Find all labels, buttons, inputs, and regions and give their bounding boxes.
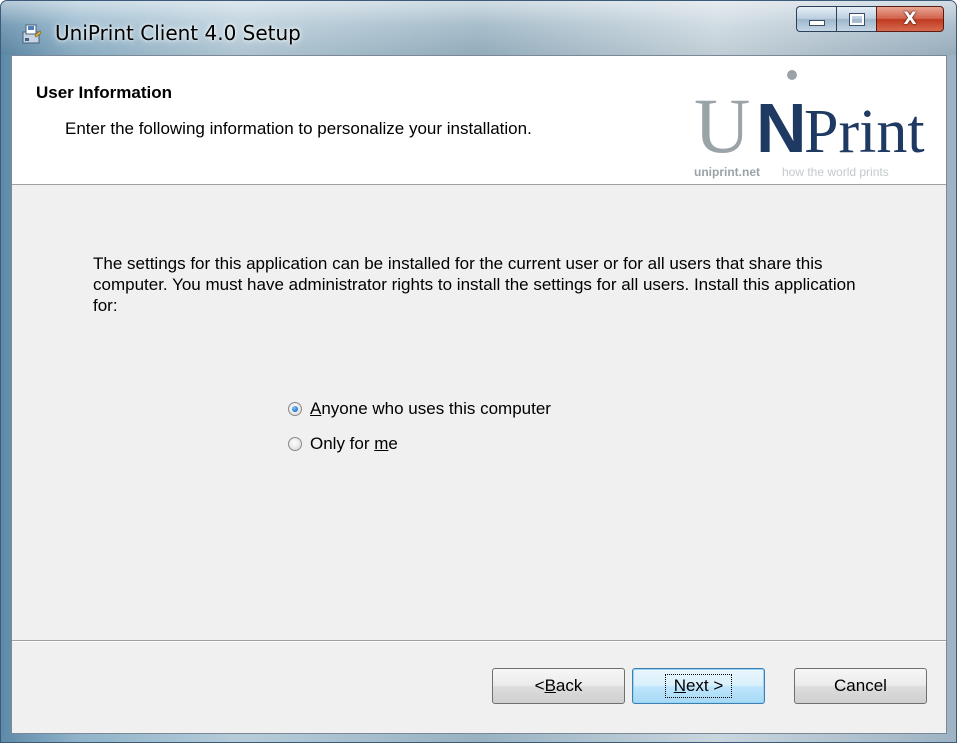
next-button[interactable]: Next >: [632, 668, 765, 704]
minimize-icon: [808, 20, 825, 26]
radio-selected-dot: [292, 406, 298, 412]
radio-button-icon[interactable]: [288, 437, 302, 451]
title-bar[interactable]: UniPrint Client 4.0 Setup X: [1, 1, 956, 55]
header-banner: User Information Enter the following inf…: [12, 56, 946, 185]
maximize-button[interactable]: [836, 6, 876, 32]
close-icon: X: [903, 9, 917, 29]
setup-installer-icon[interactable]: [21, 23, 43, 45]
logo-letter-u: U: [694, 82, 750, 169]
page-title: User Information: [36, 83, 173, 102]
minimize-button[interactable]: [796, 6, 836, 32]
logo-letter-n: N: [756, 89, 807, 167]
back-button[interactable]: < Back: [492, 668, 625, 704]
maximize-icon: [848, 12, 865, 26]
setup-window: UniPrint Client 4.0 Setup X User Informa…: [0, 0, 957, 743]
radio-anyone-label[interactable]: Anyone who uses this computer: [310, 399, 551, 419]
footer-separator: [12, 640, 946, 642]
radio-button-icon[interactable]: [288, 402, 302, 416]
radio-only-me[interactable]: Only for me: [288, 434, 398, 454]
logo-domain: uniprint.net: [694, 165, 760, 179]
radio-anyone[interactable]: Anyone who uses this computer: [288, 399, 551, 419]
close-button[interactable]: X: [876, 6, 944, 32]
radio-only-me-label[interactable]: Only for me: [310, 434, 398, 454]
page-description: Enter the following information to perso…: [65, 119, 532, 138]
window-title: UniPrint Client 4.0 Setup: [55, 21, 301, 45]
next-button-label: Next >: [664, 674, 733, 698]
logo-word-print: Print: [804, 98, 925, 166]
dialog-client-area: User Information Enter the following inf…: [11, 55, 947, 734]
install-scope-description: The settings for this application can be…: [93, 254, 856, 315]
caption-buttons: X: [796, 6, 944, 32]
uniprint-logo: U N Print uniprint.net how the world pri…: [694, 70, 925, 179]
logo-tagline: how the world prints: [782, 165, 889, 179]
cancel-button[interactable]: Cancel: [794, 668, 927, 704]
